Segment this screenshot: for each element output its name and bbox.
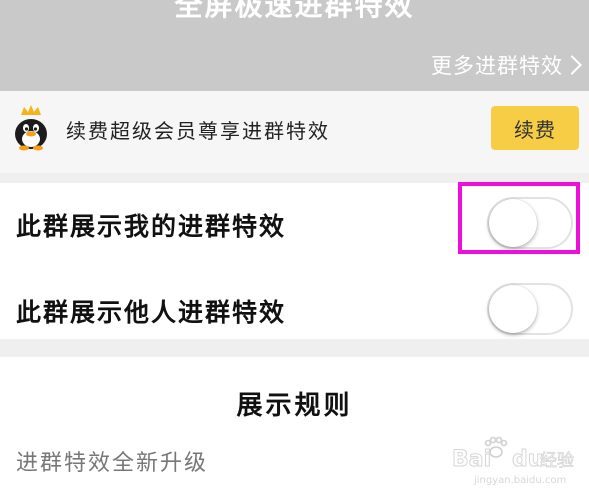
toggle-label-show-my-effect: 此群展示我的进群特效 — [16, 212, 287, 241]
display-rules-section: 展示规则 进群特效全新升级 — [0, 357, 589, 496]
qq-penguin-crown-icon — [15, 105, 47, 151]
more-effects-link[interactable]: 更多进群特效 — [431, 50, 583, 80]
effect-preview-banner: 全屏极速进群特效 更多进群特效 — [0, 0, 589, 91]
section-divider — [0, 173, 589, 183]
switch-knob — [489, 285, 537, 333]
renew-button[interactable]: 续费 — [491, 106, 579, 150]
show-others-effect-switch[interactable] — [487, 283, 573, 335]
rules-title: 展示规则 — [236, 391, 353, 421]
vip-promo-text: 续费超级会员尊享进群特效 — [66, 119, 330, 143]
show-my-effect-switch[interactable] — [487, 197, 573, 249]
toggle-label-show-others-effect: 此群展示他人进群特效 — [16, 298, 287, 327]
banner-title: 全屏极速进群特效 — [174, 0, 415, 22]
rules-subtitle: 进群特效全新升级 — [16, 451, 209, 476]
vip-renewal-row: 续费超级会员尊享进群特效 续费 — [0, 91, 589, 173]
toggle-row-show-my-effect: 此群展示我的进群特效 — [0, 183, 589, 269]
switch-knob — [489, 199, 537, 247]
chevron-right-icon — [562, 55, 582, 75]
more-effects-label: 更多进群特效 — [431, 54, 563, 78]
section-divider — [0, 339, 589, 357]
